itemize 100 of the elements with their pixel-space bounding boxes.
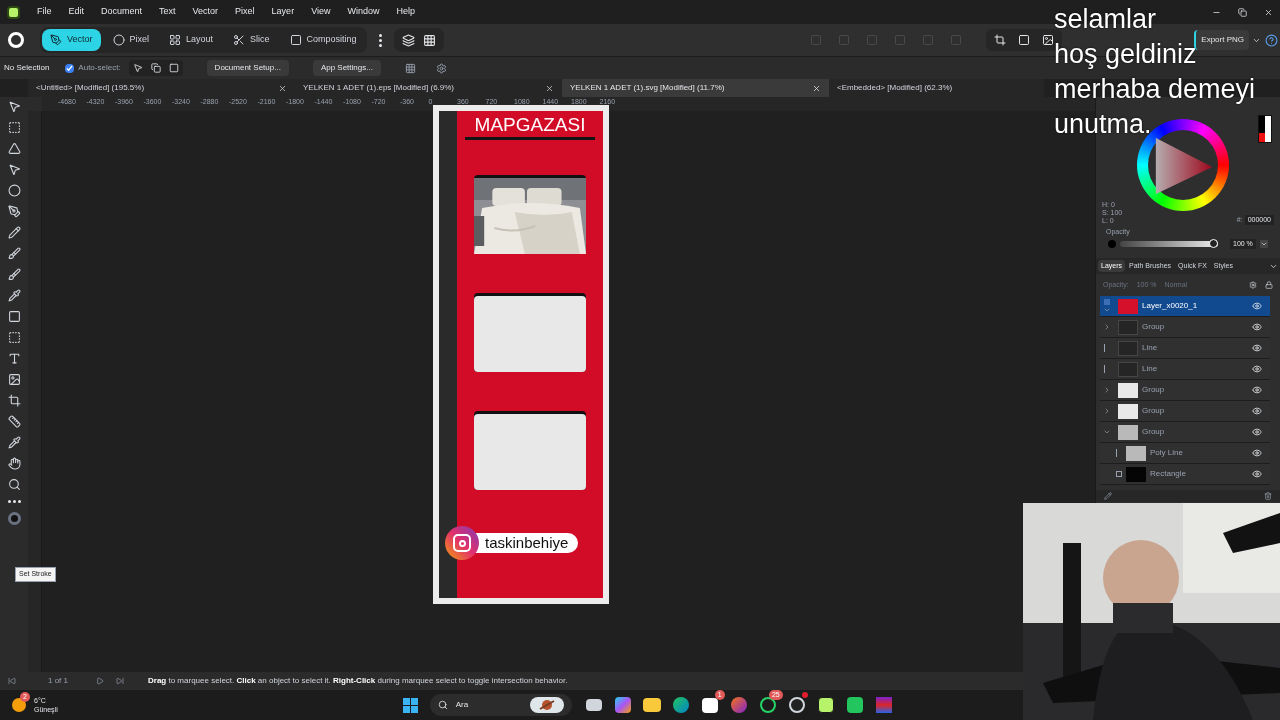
tool-icon[interactable] <box>7 310 21 323</box>
layers-icon[interactable] <box>401 33 415 47</box>
subtitle-line: unutma. <box>1054 108 1152 141</box>
expand-icon[interactable] <box>1103 386 1111 394</box>
tool-icon[interactable] <box>7 373 21 386</box>
menu-item[interactable]: Pixel <box>235 5 255 19</box>
shape-icon[interactable] <box>1018 34 1031 46</box>
tool-icon[interactable] <box>7 121 21 134</box>
visibility-icon[interactable] <box>1252 343 1262 353</box>
persona-tab[interactable]: Slice <box>225 29 278 51</box>
menu-item[interactable]: Vector <box>192 5 219 19</box>
help-icon[interactable] <box>1265 33 1278 47</box>
visibility-icon[interactable] <box>1252 322 1262 332</box>
persona-icon <box>112 34 125 46</box>
search-field[interactable]: Ara <box>429 694 572 716</box>
document-tab[interactable]: <Embedded> [Modified] (62.3%) <box>829 79 1044 97</box>
tool-icon[interactable] <box>7 226 21 239</box>
lock-icon[interactable] <box>1265 281 1273 289</box>
tool-icon[interactable] <box>7 100 21 113</box>
stroke-swatch[interactable] <box>7 512 21 525</box>
persona-tab[interactable]: Vector <box>42 29 101 51</box>
settings-icon[interactable] <box>1249 281 1257 289</box>
edit-icon[interactable] <box>1104 492 1112 500</box>
tool-icon[interactable] <box>7 415 21 428</box>
colour-swatches[interactable] <box>1258 115 1272 143</box>
expand-icon[interactable] <box>1103 407 1111 415</box>
visibility-icon[interactable] <box>1252 406 1262 416</box>
layer-row[interactable]: Rectangle <box>1100 464 1270 485</box>
menu-item[interactable]: View <box>311 5 331 19</box>
document-tab[interactable]: <Untitled> [Modified] (195.5%) <box>28 79 295 97</box>
settings-button[interactable]: Document Setup... <box>206 60 289 76</box>
slider-thumb[interactable] <box>1209 238 1218 248</box>
document-tab[interactable]: YELKEN 1 ADET (1).svg [Modified] (11.7%) <box>562 79 829 97</box>
tool-icon[interactable] <box>7 205 21 218</box>
last-page-icon[interactable] <box>116 677 124 685</box>
tool-icon[interactable] <box>7 184 21 197</box>
menu-item[interactable]: Edit <box>68 5 85 19</box>
layer-row[interactable]: Layer_x0020_1 <box>1100 296 1270 317</box>
tool-icon[interactable] <box>7 268 21 281</box>
persona-tab[interactable]: Pixel <box>104 29 158 51</box>
close-icon[interactable] <box>1264 7 1273 17</box>
close-icon[interactable] <box>545 83 554 93</box>
fill-swatch[interactable] <box>1108 239 1116 248</box>
zoom-icon[interactable] <box>7 478 21 491</box>
visibility-icon[interactable] <box>1252 385 1262 395</box>
menu-item[interactable]: Help <box>396 5 415 19</box>
menu-item[interactable]: Window <box>347 5 380 19</box>
frame-icon[interactable] <box>168 63 179 73</box>
delete-icon[interactable] <box>1264 492 1272 500</box>
start-icon[interactable] <box>402 697 418 713</box>
visibility-icon[interactable] <box>1252 364 1262 374</box>
tool-icon[interactable] <box>7 394 21 407</box>
layer-row[interactable]: Poly Line <box>1100 443 1270 464</box>
layer-row[interactable]: Line <box>1100 338 1270 359</box>
expand-icon[interactable] <box>1103 323 1111 331</box>
layer-row[interactable]: Group <box>1100 380 1270 401</box>
overlap-icon[interactable] <box>150 63 161 73</box>
persona-tab[interactable]: Layout <box>161 29 222 51</box>
image-icon[interactable] <box>1042 34 1055 46</box>
layer-row[interactable]: Group <box>1100 422 1270 443</box>
tool-icon[interactable] <box>7 247 21 260</box>
settings-icon[interactable] <box>435 62 447 74</box>
dropdown-icon[interactable] <box>1259 239 1268 248</box>
menu-item[interactable]: File <box>37 5 52 19</box>
tool-icon[interactable] <box>7 142 21 155</box>
auto-select-checkbox[interactable]: Auto-select: <box>65 62 121 74</box>
layer-name: Line <box>1142 363 1159 375</box>
persona-icon <box>289 34 302 46</box>
persona-tab[interactable]: Compositing <box>281 29 365 51</box>
layer-row[interactable]: Line <box>1100 359 1270 380</box>
pointer-icon[interactable] <box>132 63 143 73</box>
expand-icon[interactable] <box>1103 428 1111 436</box>
layer-row[interactable]: Group <box>1100 317 1270 338</box>
crop-icon[interactable] <box>994 34 1007 46</box>
first-page-icon[interactable] <box>8 677 16 685</box>
close-icon[interactable] <box>812 83 821 93</box>
visibility-icon[interactable] <box>1252 427 1262 437</box>
menu-item[interactable]: Document <box>101 5 143 19</box>
subtitle-line: hoş geldiniz <box>1054 38 1197 71</box>
layer-row[interactable]: Group <box>1100 401 1270 422</box>
tool-icon[interactable] <box>7 352 21 365</box>
settings-button[interactable]: App Settings... <box>312 60 381 76</box>
menu-item[interactable]: Text <box>159 5 176 19</box>
opacity-slider[interactable] <box>1120 238 1218 249</box>
tool-icon[interactable] <box>7 289 21 302</box>
restore-icon[interactable] <box>1238 7 1247 17</box>
next-page-icon[interactable] <box>96 677 104 685</box>
menu-item[interactable]: Layer <box>271 5 295 19</box>
document-tab[interactable]: YELKEN 1 ADET (1).eps [Modified] (6.9%) <box>295 79 562 97</box>
visibility-icon[interactable] <box>1252 469 1262 479</box>
more-icon[interactable] <box>7 499 21 504</box>
hand-icon[interactable] <box>7 457 21 470</box>
status-hint: Drag to marquee select. Click an object to select it. Right-Click during marquee select to toggle intersection behavior. <box>148 675 568 687</box>
export-button[interactable]: Export PNG <box>1194 30 1249 50</box>
tool-icon[interactable] <box>7 436 21 449</box>
tool-icon[interactable] <box>7 163 21 176</box>
tool-icon[interactable] <box>7 331 21 344</box>
close-icon[interactable] <box>278 83 287 93</box>
visibility-icon[interactable] <box>1252 448 1262 458</box>
visibility-icon[interactable] <box>1252 301 1262 311</box>
